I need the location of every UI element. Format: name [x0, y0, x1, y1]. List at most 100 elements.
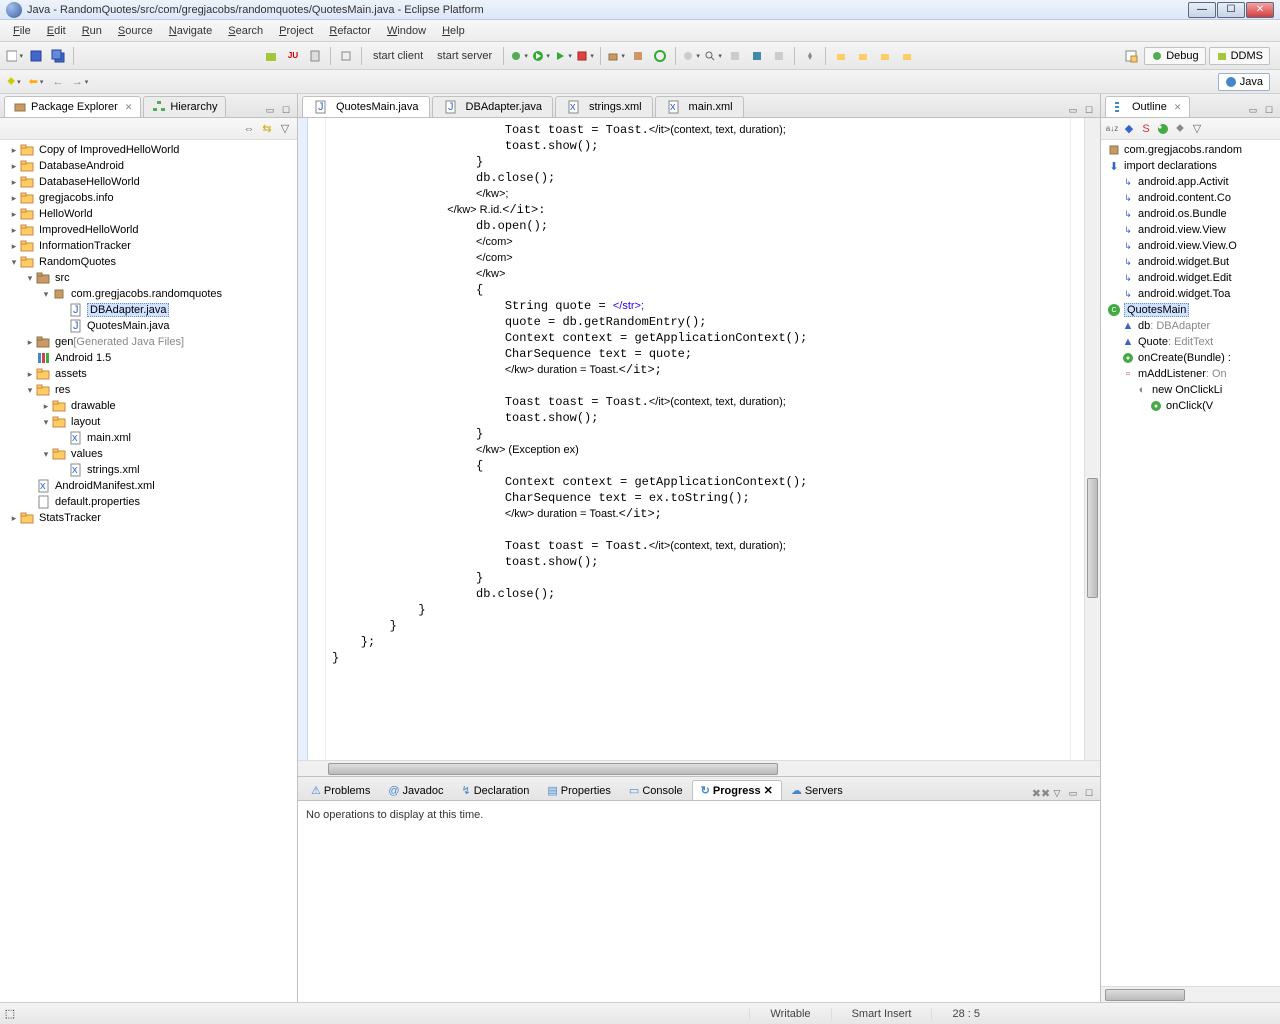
tree-item[interactable]: ▸InformationTracker [0, 238, 297, 254]
java-perspective-button[interactable]: Java [1218, 73, 1270, 91]
tree-item[interactable]: ▸drawable [0, 398, 297, 414]
close-icon[interactable]: ✕ [125, 102, 133, 113]
menu-project[interactable]: Project [271, 23, 321, 39]
tree-item[interactable]: xstrings.xml [0, 462, 297, 478]
run-last-button[interactable] [553, 46, 573, 66]
outline-item[interactable]: ↳android.view.View [1101, 222, 1280, 238]
outline-item[interactable]: com.gregjacobs.random [1101, 142, 1280, 158]
back-history-button[interactable]: ← [48, 72, 68, 92]
ddms-perspective-button[interactable]: DDMS [1209, 47, 1270, 65]
editor-tab[interactable]: xmain.xml [655, 96, 744, 117]
tree-item[interactable]: ▸DatabaseHelloWorld [0, 174, 297, 190]
bottom-tab-console[interactable]: ▭Console [620, 780, 692, 800]
tree-item[interactable]: ▾RandomQuotes [0, 254, 297, 270]
folding-ruler[interactable] [298, 118, 308, 760]
close-icon[interactable]: ✕ [764, 784, 773, 797]
debug-perspective-button[interactable]: Debug [1144, 47, 1205, 65]
tree-item[interactable]: ▸ImprovedHelloWorld [0, 222, 297, 238]
back-button[interactable]: ⬅ [26, 72, 46, 92]
tree-item[interactable]: xmain.xml [0, 430, 297, 446]
new-class-button[interactable] [628, 46, 648, 66]
bottom-tab-declaration[interactable]: ↯Declaration [453, 780, 539, 800]
collapse-all-button[interactable]: ⇔ [241, 121, 257, 137]
outline-item[interactable]: ▲db : DBAdapter [1101, 318, 1280, 334]
tree-item[interactable]: JDBAdapter.java [0, 302, 297, 318]
remove-all-button[interactable]: ✖✖ [1034, 786, 1048, 800]
debug-button[interactable] [509, 46, 529, 66]
bottom-tab-properties[interactable]: ▤Properties [538, 780, 620, 800]
tree-item[interactable]: ▸StatsTracker [0, 510, 297, 526]
outline-item[interactable]: ↳android.widget.Toa [1101, 286, 1280, 302]
view-menu-bottom-button[interactable]: ▽ [1050, 786, 1064, 800]
outline-item[interactable]: ●onCreate(Bundle) : [1101, 350, 1280, 366]
start-server-button[interactable]: start server [431, 48, 498, 64]
folder2-button[interactable] [853, 46, 873, 66]
folder4-button[interactable] [897, 46, 917, 66]
menu-window[interactable]: Window [379, 23, 434, 39]
menu-run[interactable]: Run [74, 23, 110, 39]
project-tree[interactable]: ▸Copy of ImprovedHelloWorld▸DatabaseAndr… [0, 140, 297, 1002]
forward-button[interactable]: → [70, 72, 90, 92]
tree-item[interactable]: ▸gregjacobs.info [0, 190, 297, 206]
outline-item[interactable]: ⬇import declarations [1101, 158, 1280, 174]
collapse-button[interactable]: ⬥ [4, 72, 24, 92]
window-maximize-button[interactable]: ☐ [1217, 2, 1245, 18]
menu-edit[interactable]: Edit [39, 23, 74, 39]
folder3-button[interactable] [875, 46, 895, 66]
start-client-button[interactable]: start client [367, 48, 429, 64]
close-icon[interactable]: ✕ [1174, 102, 1182, 113]
menu-search[interactable]: Search [220, 23, 271, 39]
tree-item[interactable]: ▸HelloWorld [0, 206, 297, 222]
link-editor-button[interactable]: ⇆ [259, 121, 275, 137]
pin-button[interactable] [800, 46, 820, 66]
outline-item[interactable]: ↳android.app.Activit [1101, 174, 1280, 190]
horizontal-scrollbar[interactable] [298, 760, 1100, 776]
window-close-button[interactable]: ✕ [1246, 2, 1274, 18]
maximize-editor-button[interactable]: ☐ [1082, 103, 1096, 117]
minimize-bottom-button[interactable]: ▭ [1066, 786, 1080, 800]
open-perspective-button[interactable] [1121, 46, 1141, 66]
save-all-button[interactable] [48, 46, 68, 66]
annotation-button[interactable] [747, 46, 767, 66]
maximize-bottom-button[interactable]: ☐ [1082, 786, 1096, 800]
hide-nonpublic-button[interactable]: ● [1155, 121, 1171, 137]
maximize-outline-button[interactable]: ☐ [1262, 103, 1276, 117]
run-button[interactable] [531, 46, 551, 66]
menu-source[interactable]: Source [110, 23, 161, 39]
tree-item[interactable]: ▾values [0, 446, 297, 462]
new-type-button[interactable] [650, 46, 670, 66]
tree-item[interactable]: ▸gen [Generated Java Files] [0, 334, 297, 350]
overview-ruler[interactable] [1070, 118, 1084, 760]
bottom-tab-javadoc[interactable]: @Javadoc [379, 781, 452, 800]
tree-item[interactable]: ▾res [0, 382, 297, 398]
minimize-editor-button[interactable]: ▭ [1066, 103, 1080, 117]
package-explorer-tab[interactable]: Package Explorer ✕ [4, 96, 141, 117]
tree-item[interactable]: ▾com.gregjacobs.randomquotes [0, 286, 297, 302]
tree-item[interactable]: default.properties [0, 494, 297, 510]
task-button[interactable] [769, 46, 789, 66]
tree-item[interactable]: JQuotesMain.java [0, 318, 297, 334]
maximize-panel-button[interactable]: ☐ [279, 103, 293, 117]
android-sdk-button[interactable] [261, 46, 281, 66]
outline-item[interactable]: ↳android.content.Co [1101, 190, 1280, 206]
new-package-button[interactable] [606, 46, 626, 66]
outline-item[interactable]: ▲Quote : EditText [1101, 334, 1280, 350]
editor-tab[interactable]: JDBAdapter.java [432, 96, 553, 117]
outline-item[interactable]: ↳android.widget.But [1101, 254, 1280, 270]
sort-button[interactable]: a↓z [1104, 121, 1120, 137]
outline-hscroll[interactable] [1101, 986, 1280, 1002]
tree-item[interactable]: ▸Copy of ImprovedHelloWorld [0, 142, 297, 158]
tree-item[interactable]: ▾layout [0, 414, 297, 430]
outline-tree[interactable]: com.gregjacobs.random⬇import declaration… [1101, 140, 1280, 986]
outline-item[interactable]: CQuotesMain [1101, 302, 1280, 318]
minimize-panel-button[interactable]: ▭ [263, 103, 277, 117]
editor-tab[interactable]: JQuotesMain.java [302, 96, 430, 117]
toggle-mark-button[interactable] [725, 46, 745, 66]
line-gutter[interactable] [308, 118, 326, 760]
bottom-tab-servers[interactable]: ☁Servers [782, 780, 852, 800]
tree-item[interactable]: ▸DatabaseAndroid [0, 158, 297, 174]
bottom-tab-progress[interactable]: ↻Progress✕ [692, 780, 782, 800]
external-tools-button[interactable] [575, 46, 595, 66]
editor-area[interactable]: Toast toast = Toast.</it>(context, text,… [298, 118, 1100, 760]
open-type-button[interactable] [681, 46, 701, 66]
